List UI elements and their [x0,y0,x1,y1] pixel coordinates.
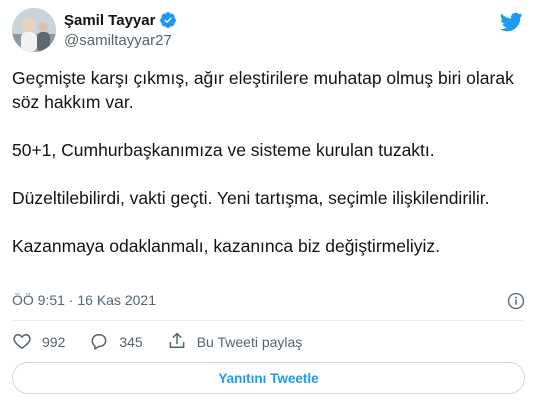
share-icon [167,331,187,354]
tweet-paragraph: Geçmişte karşı çıkmış, ağır eleştirilere… [12,68,514,112]
verified-badge-icon [159,11,177,29]
share-label: Bu Tweeti paylaş [196,334,303,350]
tweet-paragraph: Kazanmaya odaklanmalı, kazanınca biz değ… [12,236,440,256]
reply-count: 345 [119,334,143,350]
share-button[interactable]: Bu Tweeti paylaş [167,331,303,354]
author-name[interactable]: Şamil Tayyar [64,12,155,29]
heart-icon [12,331,32,354]
author-handle[interactable]: @samiltayyar27 [64,32,172,49]
tweet-card: Şamil Tayyar @samiltayyar27 Geçmişte kar… [0,0,537,400]
divider [12,320,525,321]
author-name-row[interactable]: Şamil Tayyar [64,11,177,29]
tweet-reply-button[interactable]: Yanıtını Tweetle [12,362,525,394]
tweet-paragraph: Düzeltilebilirdi, vakti geçti. Yeni tart… [12,188,490,208]
tweet-paragraph: 50+1, Cumhurbaşkanımıza ve sisteme kurul… [12,140,435,160]
tweet-timestamp[interactable]: ÖÖ 9:51 · 16 Kas 2021 [12,292,156,308]
reply-button[interactable]: 345 [89,331,143,354]
avatar[interactable] [12,8,56,52]
reply-icon [89,331,109,354]
action-bar: 992 345 Bu Tweeti paylaş [12,331,326,353]
like-count: 992 [42,334,66,350]
twitter-bird-icon[interactable] [499,10,523,34]
like-button[interactable]: 992 [12,331,65,354]
info-icon[interactable] [507,292,525,310]
tweet-text: Geçmişte karşı çıkmış, ağır eleştirilere… [12,66,525,258]
